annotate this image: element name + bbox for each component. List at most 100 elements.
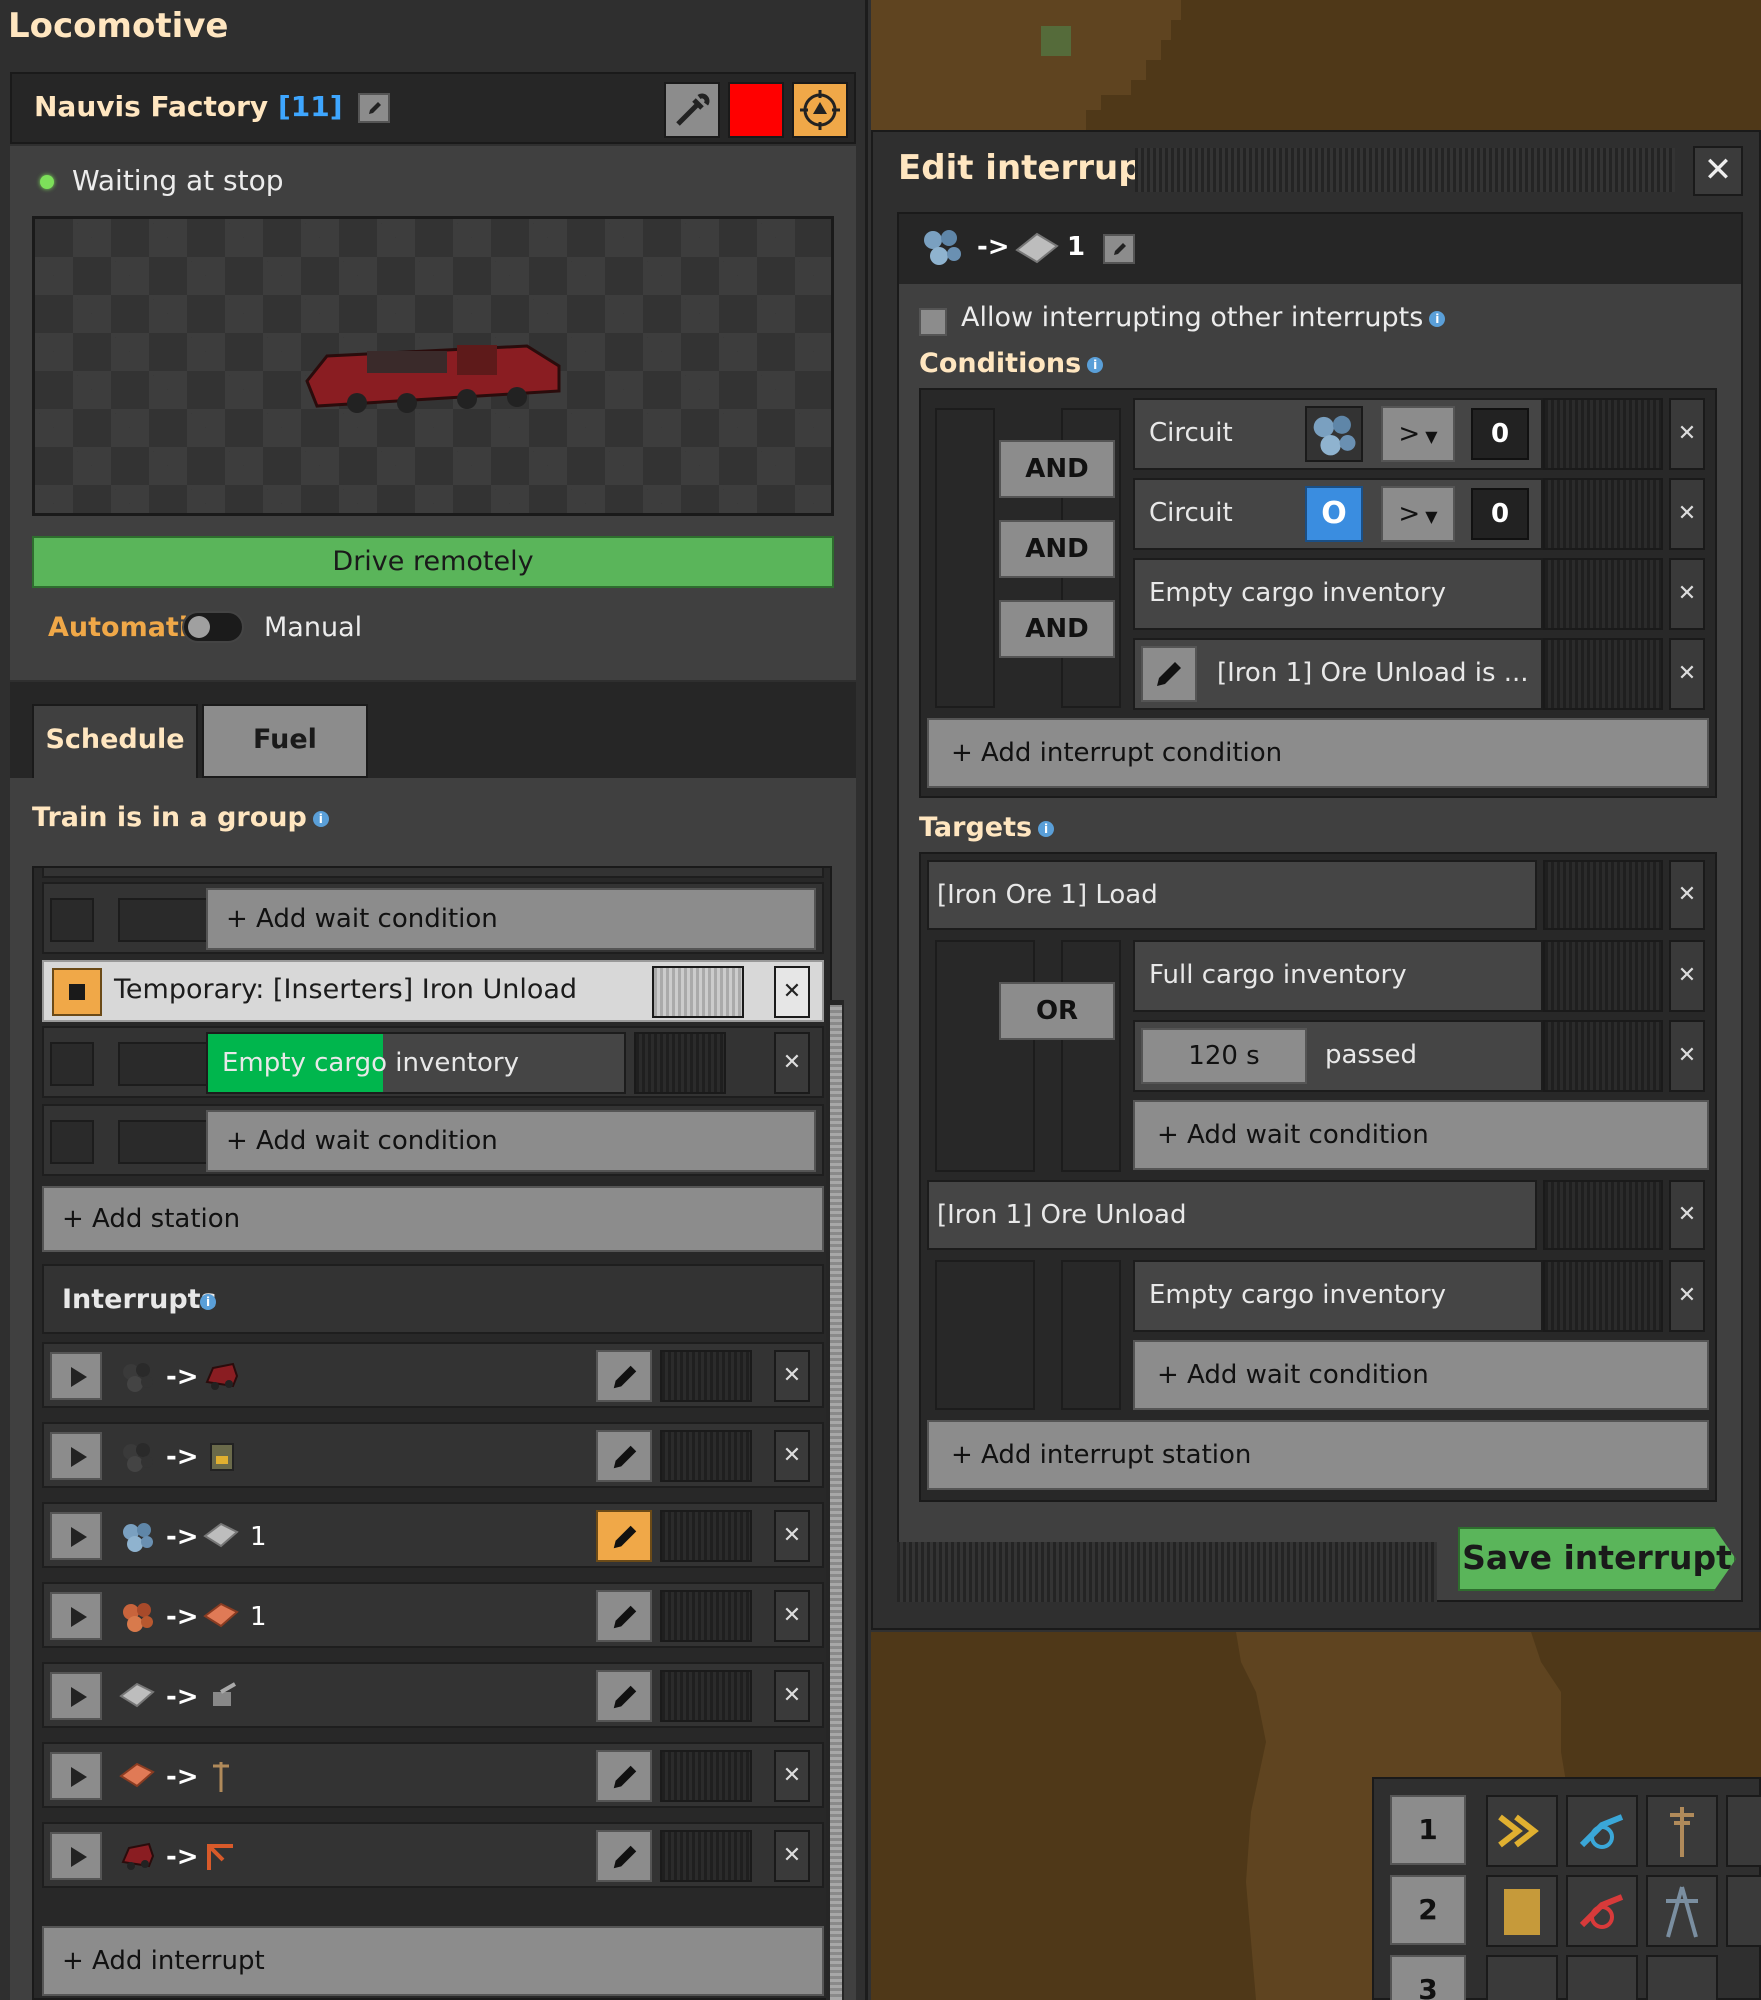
- drag-handle[interactable]: [1543, 940, 1663, 1012]
- quickbar-slot[interactable]: [1726, 1875, 1761, 1947]
- constant-input[interactable]: 0: [1471, 408, 1529, 460]
- play-icon[interactable]: [50, 1752, 102, 1800]
- interrupt-row[interactable]: -> 1 ✕: [42, 1502, 824, 1568]
- add-interrupt-button[interactable]: + Add interrupt: [42, 1926, 824, 1996]
- close-icon[interactable]: ✕: [1669, 940, 1705, 1012]
- edit-interrupt-button[interactable]: [596, 1750, 652, 1802]
- edit-interrupt-button[interactable]: [596, 1670, 652, 1722]
- quickbar-page-2[interactable]: 2: [1390, 1875, 1466, 1945]
- and-button[interactable]: AND: [999, 600, 1115, 658]
- stop-icon[interactable]: [52, 968, 102, 1016]
- play-icon[interactable]: [50, 1432, 102, 1480]
- quickbar-page-3[interactable]: 3: [1390, 1955, 1466, 2000]
- close-icon[interactable]: ✕: [774, 1430, 810, 1482]
- allow-interrupting-checkbox[interactable]: [919, 308, 947, 336]
- interrupt-row[interactable]: -> ✕: [42, 1422, 824, 1488]
- mode-toggle[interactable]: [182, 611, 244, 643]
- circuit-condition-1[interactable]: Circuit > ▼ 0: [1133, 398, 1543, 470]
- tab-schedule[interactable]: Schedule: [32, 704, 198, 778]
- close-icon[interactable]: ✕: [1669, 1020, 1705, 1092]
- target-station-1[interactable]: [Iron Ore 1] Load: [927, 860, 1537, 930]
- interrupt-row[interactable]: -> ✕: [42, 1822, 824, 1888]
- add-wait-condition-button[interactable]: + Add wait condition: [206, 888, 816, 950]
- close-icon[interactable]: ✕: [1669, 398, 1705, 470]
- pick-color-button[interactable]: [664, 82, 720, 138]
- or-button[interactable]: OR: [999, 982, 1115, 1040]
- drag-handle[interactable]: [1543, 398, 1663, 470]
- comparator-dropdown[interactable]: > ▼: [1381, 486, 1455, 542]
- add-interrupt-condition-button[interactable]: + Add interrupt condition: [927, 718, 1709, 788]
- play-icon[interactable]: [50, 1832, 102, 1880]
- comparator-dropdown[interactable]: > ▼: [1381, 406, 1455, 462]
- close-icon[interactable]: ✕: [774, 1750, 810, 1802]
- save-interrupt-button[interactable]: Save interrupt: [1458, 1527, 1736, 1591]
- quickbar-slot[interactable]: [1646, 1875, 1718, 1947]
- quickbar-page-1[interactable]: 1: [1390, 1795, 1466, 1865]
- drag-handle[interactable]: [660, 1510, 752, 1562]
- quickbar-slot[interactable]: [1486, 1875, 1558, 1947]
- add-station-button[interactable]: + Add station: [42, 1186, 824, 1252]
- drag-handle[interactable]: [634, 1032, 726, 1094]
- drag-handle[interactable]: [1543, 1260, 1663, 1332]
- quickbar-slot[interactable]: [1486, 1795, 1558, 1867]
- drag-handle[interactable]: [1543, 558, 1663, 630]
- drag-handle[interactable]: [1543, 1180, 1663, 1250]
- schedule-list[interactable]: + Add wait condition Temporary: [Inserte…: [32, 866, 832, 2000]
- add-wait-condition-button[interactable]: + Add wait condition: [1133, 1340, 1709, 1410]
- add-wait-condition-button[interactable]: + Add wait condition: [206, 1110, 816, 1172]
- time-input[interactable]: 120 s: [1141, 1028, 1307, 1084]
- edit-interrupt-button[interactable]: [596, 1430, 652, 1482]
- edit-interrupt-button[interactable]: [596, 1510, 652, 1562]
- constant-input[interactable]: 0: [1471, 488, 1529, 540]
- add-wait-condition-button[interactable]: + Add wait condition: [1133, 1100, 1709, 1170]
- play-icon[interactable]: [50, 1592, 102, 1640]
- close-icon[interactable]: ✕: [1669, 478, 1705, 550]
- interrupt-row[interactable]: -> ✕: [42, 1662, 824, 1728]
- close-icon[interactable]: ✕: [1669, 558, 1705, 630]
- quickbar-slot[interactable]: [1566, 1875, 1638, 1947]
- drag-handle[interactable]: [1543, 1020, 1663, 1092]
- empty-cargo-condition[interactable]: Empty cargo inventory: [1133, 558, 1543, 630]
- title-drag-handle[interactable]: [1135, 148, 1675, 192]
- quickbar-slot[interactable]: [1566, 1955, 1638, 2000]
- temporary-station-row[interactable]: Temporary: [Inserters] Iron Unload ✕: [42, 960, 824, 1022]
- close-icon[interactable]: ✕: [1669, 638, 1705, 710]
- full-cargo-condition[interactable]: Full cargo inventory: [1133, 940, 1543, 1012]
- station-condition[interactable]: [Iron 1] Ore Unload is ...: [1133, 638, 1543, 710]
- close-window-button[interactable]: ✕: [1693, 146, 1743, 196]
- footer-drag-handle[interactable]: [897, 1542, 1437, 1602]
- drag-handle[interactable]: [660, 1670, 752, 1722]
- close-icon[interactable]: ✕: [774, 966, 810, 1018]
- play-icon[interactable]: [50, 1672, 102, 1720]
- quickbar-slot[interactable]: [1646, 1955, 1718, 2000]
- close-icon[interactable]: ✕: [774, 1830, 810, 1882]
- close-icon[interactable]: ✕: [774, 1032, 810, 1094]
- drag-handle[interactable]: [1543, 860, 1663, 930]
- edit-condition-button[interactable]: [1141, 646, 1197, 702]
- quickbar-slot[interactable]: [1646, 1795, 1718, 1867]
- play-icon[interactable]: [50, 1512, 102, 1560]
- add-interrupt-station-button[interactable]: + Add interrupt station: [927, 1420, 1709, 1490]
- scrollbar-thumb[interactable]: [830, 1005, 842, 2000]
- empty-cargo-condition[interactable]: Empty cargo inventory: [206, 1032, 626, 1094]
- target-station-2[interactable]: [Iron 1] Ore Unload: [927, 1180, 1537, 1250]
- locate-train-button[interactable]: [792, 82, 848, 138]
- edit-interrupt-button[interactable]: [596, 1830, 652, 1882]
- train-preview[interactable]: [32, 216, 834, 516]
- close-icon[interactable]: ✕: [1669, 860, 1705, 930]
- time-passed-condition[interactable]: 120 s passed: [1133, 1020, 1543, 1092]
- edit-interrupt-button[interactable]: [596, 1590, 652, 1642]
- drag-handle[interactable]: [1543, 478, 1663, 550]
- close-icon[interactable]: ✕: [1669, 1180, 1705, 1250]
- circuit-condition-2[interactable]: Circuit O > ▼ 0: [1133, 478, 1543, 550]
- and-button[interactable]: AND: [999, 520, 1115, 578]
- and-button[interactable]: AND: [999, 440, 1115, 498]
- close-icon[interactable]: ✕: [774, 1670, 810, 1722]
- quickbar-slot[interactable]: [1566, 1795, 1638, 1867]
- drive-remotely-button[interactable]: Drive remotely: [32, 536, 834, 588]
- drag-handle[interactable]: [660, 1430, 752, 1482]
- signal-slot[interactable]: [1305, 406, 1363, 462]
- interrupt-row[interactable]: -> ✕: [42, 1742, 824, 1808]
- drag-handle[interactable]: [660, 1590, 752, 1642]
- drag-handle[interactable]: [660, 1750, 752, 1802]
